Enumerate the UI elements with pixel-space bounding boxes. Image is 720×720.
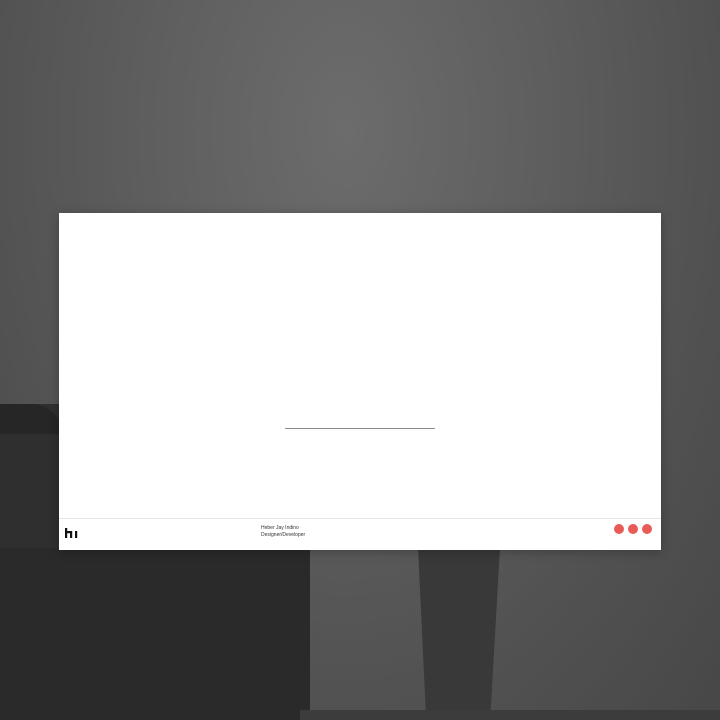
author-identity: Heber Jay Indino Designer/Developer <box>261 525 305 538</box>
background-chair-leg <box>418 548 500 720</box>
menu-button[interactable] <box>614 524 652 534</box>
author-name: Heber Jay Indino <box>261 525 299 531</box>
hi-logo-icon[interactable] <box>65 525 79 538</box>
loading-progress-line <box>285 428 435 429</box>
dot-icon <box>614 524 624 534</box>
background-floor <box>300 710 720 720</box>
dot-icon <box>642 524 652 534</box>
site-footer: Heber Jay Indino Designer/Developer <box>59 518 661 550</box>
dot-icon <box>628 524 638 534</box>
website-screen: Heber Jay Indino Designer/Developer <box>59 213 661 550</box>
author-role: Designer/Developer <box>261 531 306 538</box>
background-chair-seat <box>0 548 310 720</box>
